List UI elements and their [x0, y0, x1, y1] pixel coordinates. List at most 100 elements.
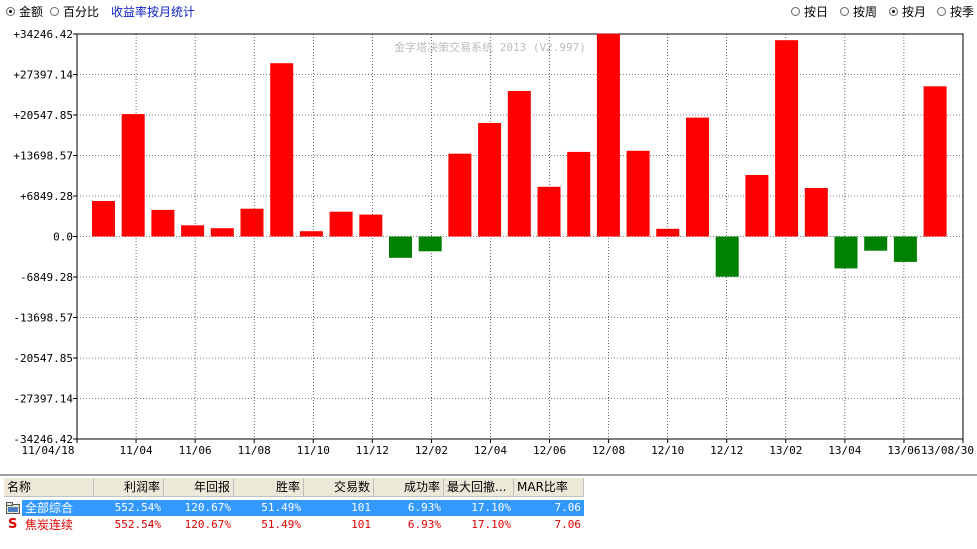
- bar-11/04: [92, 201, 115, 237]
- x-tick-label: 11/06: [179, 444, 212, 457]
- bar-12/03: [418, 236, 442, 252]
- bar-13/05: [834, 236, 858, 269]
- x-tick-label: 13/04: [828, 444, 861, 457]
- cell-win-rate: 51.49%: [261, 501, 301, 514]
- x-tick-label: 12/10: [651, 444, 684, 457]
- col-header-win-rate[interactable]: 胜率: [234, 478, 304, 497]
- radio-percent-label: 百分比: [63, 4, 100, 19]
- chart-svg: +34246.42 +27397.14 +20547.85 +13698.57 +684…: [13, 28, 974, 457]
- y-tick-label: +6849.28: [20, 190, 73, 203]
- y-tick-label: +20547.85: [13, 109, 73, 122]
- bar-11/08: [210, 228, 234, 237]
- title-link[interactable]: 收益率按月统计: [111, 3, 195, 20]
- x-tick-label: 11/08: [238, 444, 271, 457]
- y-tick-label: +27397.14: [13, 69, 73, 82]
- cell-trade-count: 101: [351, 501, 371, 514]
- radio-quarterly-label: 按季: [950, 4, 975, 19]
- cell-profit-rate: 552.54%: [114, 518, 161, 531]
- bar-11/10: [270, 63, 294, 237]
- x-tick-label: 13/08/30: [921, 444, 974, 457]
- toolbar: 金额 百分比 收益率按月统计 按日 按周 按月 按季: [0, 0, 977, 22]
- col-header-name[interactable]: 名称: [4, 478, 94, 497]
- radio-dot-icon: [791, 6, 800, 16]
- row-name: 焦炭连续: [25, 518, 74, 532]
- bar-11/07: [181, 225, 205, 237]
- col-header-trade-count[interactable]: 交易数: [304, 478, 374, 497]
- bar-11/06: [151, 209, 175, 237]
- bar-13/08: [923, 86, 947, 237]
- bar-13/07: [893, 236, 917, 262]
- cell-mar-ratio: 7.06: [554, 518, 582, 531]
- x-tick-label: 12/04: [474, 444, 507, 457]
- x-tick-label: 11/12: [356, 444, 389, 457]
- bar-13/03: [775, 40, 799, 237]
- cell-annual-return: 120.67%: [184, 518, 231, 531]
- radio-dot-icon: [840, 6, 849, 16]
- x-tick-label: 11/04/18: [22, 444, 75, 457]
- radio-daily[interactable]: 按日: [791, 4, 828, 19]
- series-s-icon: S: [8, 517, 18, 532]
- cell-win-rate: 51.49%: [261, 518, 301, 531]
- stats-table: 名称 利润率 年回报 胜率 交易数 成功率 最大回撤... MAR比率 全部综合…: [0, 474, 977, 549]
- chart-watermark: 金字塔决策交易系统 2013 (V2.997): [394, 40, 586, 54]
- x-tick-label: 13/02: [769, 444, 802, 457]
- col-header-mar-ratio[interactable]: MAR比率: [514, 478, 584, 497]
- radio-percent[interactable]: 百分比: [50, 4, 100, 19]
- x-axis-ticks: 11/04/18 11/04 11/06 11/08 11/10 11/12 12/02 12…: [22, 439, 974, 457]
- col-header-success-rate[interactable]: 成功率: [374, 478, 444, 497]
- y-axis-ticks: +34246.42 +27397.14 +20547.85 +13698.57 +684…: [13, 28, 77, 446]
- bar-12/07: [537, 186, 561, 237]
- y-tick-label: -27397.14: [13, 393, 73, 406]
- bar-11/05: [121, 114, 145, 237]
- x-tick-label: 12/06: [533, 444, 566, 457]
- bar-12/11: [656, 228, 680, 237]
- bar-12/05: [478, 123, 502, 237]
- y-tick-label: 0.0: [53, 231, 73, 244]
- x-tick-label: 11/10: [297, 444, 330, 457]
- col-header-annual-return[interactable]: 年回报: [164, 478, 234, 497]
- radio-weekly[interactable]: 按周: [840, 4, 878, 19]
- bar-11/09: [240, 208, 264, 237]
- monthly-return-chart: +34246.42 +27397.14 +20547.85 +13698.57 +684…: [0, 24, 977, 469]
- x-tick-label: 12/08: [592, 444, 625, 457]
- row-name: 全部综合: [25, 501, 74, 515]
- cell-success-rate: 6.93%: [407, 518, 441, 531]
- radio-dot-icon: [6, 6, 15, 16]
- bar-13/04: [804, 188, 828, 237]
- cell-max-drawdown: 17.10%: [471, 518, 511, 531]
- radio-amount[interactable]: 金额: [6, 4, 44, 19]
- bar-11/11: [299, 231, 323, 237]
- radio-dot-icon: [50, 6, 59, 16]
- col-header-profit-rate[interactable]: 利润率: [94, 478, 164, 497]
- cell-mar-ratio: 7.06: [554, 501, 582, 514]
- folder-icon: [6, 502, 20, 514]
- bar-12/08: [567, 151, 591, 237]
- radio-quarterly[interactable]: 按季: [937, 4, 975, 19]
- radio-monthly[interactable]: 按月: [889, 4, 927, 19]
- bar-13/06: [864, 236, 888, 251]
- bar-12/10: [626, 150, 650, 237]
- x-tick-label: 12/02: [415, 444, 448, 457]
- bar-12/04: [448, 153, 472, 237]
- radio-monthly-label: 按月: [902, 4, 927, 19]
- y-tick-label: -13698.57: [13, 312, 73, 325]
- radio-dot-icon: [889, 6, 898, 16]
- x-tick-label: 12/12: [710, 444, 743, 457]
- bar-12/01: [359, 214, 383, 237]
- radio-weekly-label: 按周: [853, 4, 878, 19]
- cell-success-rate: 6.93%: [407, 501, 441, 514]
- y-tick-label: -20547.85: [13, 352, 73, 365]
- bar-12/06: [507, 91, 531, 237]
- col-header-max-drawdown[interactable]: 最大回撤...: [444, 478, 514, 497]
- radio-dot-icon: [937, 6, 946, 16]
- bar-12/09: [596, 33, 620, 237]
- bar-13/01: [715, 236, 739, 277]
- y-tick-label: +34246.42: [13, 28, 73, 41]
- radio-amount-label: 金额: [19, 4, 44, 19]
- y-tick-label: +13698.57: [13, 150, 73, 163]
- x-tick-label: 11/04: [120, 444, 153, 457]
- cell-max-drawdown: 17.10%: [471, 501, 511, 514]
- bar-12/12: [686, 117, 709, 237]
- cell-annual-return: 120.67%: [184, 501, 231, 514]
- x-tick-label: 13/06: [887, 444, 920, 457]
